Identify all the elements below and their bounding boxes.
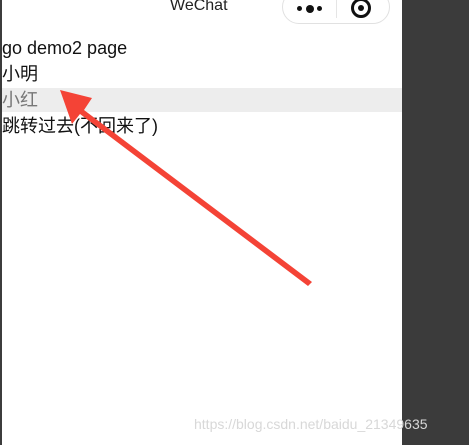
right-dark-panel: [402, 0, 469, 445]
close-target-icon[interactable]: [351, 0, 371, 18]
list-item-xiaohong[interactable]: 小红: [2, 88, 402, 112]
demo-page-link[interactable]: go demo2 page: [2, 36, 127, 60]
window-title: WeChat: [170, 0, 228, 14]
mini-program-page: WeChat go demo2 page 小明 小红 跳转过去(不回来了): [2, 0, 402, 445]
capsule-menu[interactable]: [282, 0, 390, 24]
capsule-divider: [336, 0, 337, 18]
navigate-away-link[interactable]: 跳转过去(不回来了): [2, 114, 158, 138]
more-dots-icon[interactable]: [297, 5, 323, 13]
list-item-xiaoming[interactable]: 小明: [2, 62, 38, 86]
watermark-text: https://blog.csdn.net/baidu_21349635: [194, 416, 428, 432]
